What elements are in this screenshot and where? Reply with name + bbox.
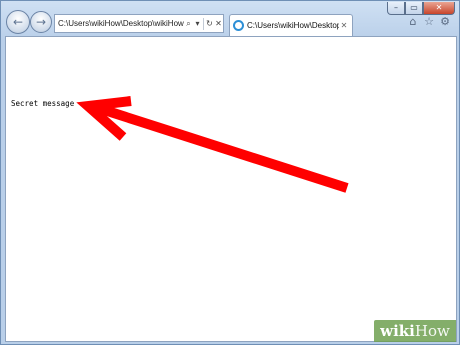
back-button[interactable]: ← <box>6 10 30 34</box>
watermark-how: How <box>414 322 450 340</box>
ie-logo-icon <box>233 20 244 31</box>
minimize-button[interactable]: – <box>387 2 405 15</box>
tab-title: C:\Users\wikiHow\Desktop... <box>247 21 339 30</box>
browser-tab[interactable]: C:\Users\wikiHow\Desktop... ✕ <box>229 14 353 36</box>
title-bar: – ▭ ✕ ← → C:\Users\wikiHow\Desktop\wikiH… <box>1 1 459 39</box>
address-divider <box>203 17 204 30</box>
maximize-button[interactable]: ▭ <box>405 2 423 15</box>
gear-icon[interactable]: ⚙ <box>439 15 451 28</box>
watermark-wiki: wiki <box>380 322 415 340</box>
close-window-button[interactable]: ✕ <box>423 2 455 15</box>
search-icon[interactable]: ⌕ <box>184 19 193 29</box>
address-url[interactable]: C:\Users\wikiHow\Desktop\wikiHow <box>55 19 184 28</box>
forward-arrow-icon: → <box>35 15 47 29</box>
home-icon[interactable]: ⌂ <box>407 15 419 28</box>
refresh-icon[interactable]: ↻ <box>205 19 214 28</box>
chevron-down-icon[interactable]: ▾ <box>193 19 202 28</box>
forward-button[interactable]: → <box>30 11 52 33</box>
secret-message-text: Secret message <box>11 99 75 108</box>
back-arrow-icon: ← <box>12 15 24 29</box>
close-icon[interactable]: ✕ <box>339 21 349 30</box>
page-content: Secret message <box>5 36 457 342</box>
toolbar-icons: ⌂ ☆ ⚙ <box>407 15 451 28</box>
wikihow-watermark: wikiHow <box>374 320 456 342</box>
favorites-star-icon[interactable]: ☆ <box>423 15 435 28</box>
stop-icon[interactable]: ✕ <box>214 19 223 28</box>
browser-window: – ▭ ✕ ← → C:\Users\wikiHow\Desktop\wikiH… <box>0 0 460 345</box>
window-controls: – ▭ ✕ <box>387 2 455 16</box>
address-bar[interactable]: C:\Users\wikiHow\Desktop\wikiHow ⌕ ▾ ↻ ✕ <box>54 14 224 33</box>
